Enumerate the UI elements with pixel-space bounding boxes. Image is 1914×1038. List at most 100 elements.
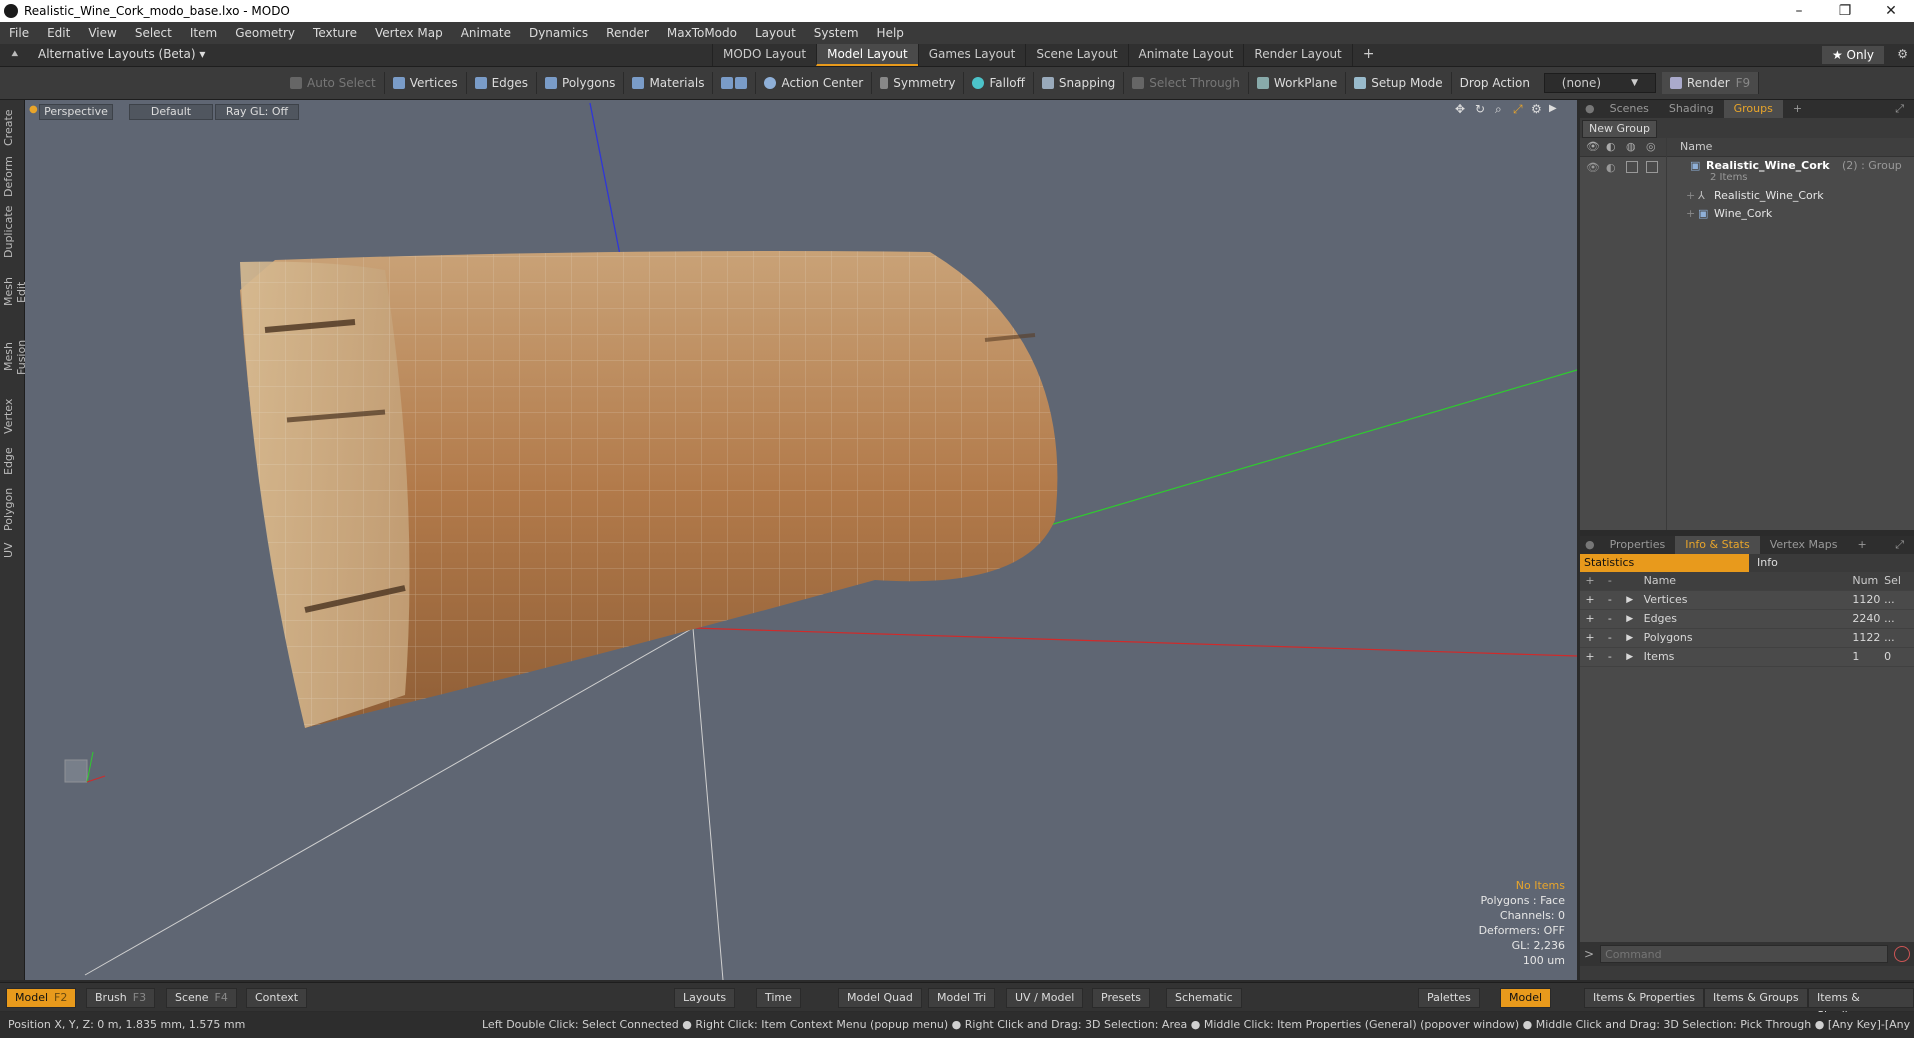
new-group-button[interactable]: New Group [1582,120,1657,138]
disclosure-arrow-icon[interactable]: ▶ [1620,648,1640,666]
expand-panel-icon[interactable]: ⤢ [1885,100,1914,118]
add-tab-button[interactable]: + [1848,536,1877,554]
viewport-menu-icon[interactable]: ● [29,104,38,115]
snapping-button[interactable]: Snapping [1034,72,1125,94]
setup-mode-button[interactable]: Setup Mode [1346,72,1452,94]
vertices-button[interactable]: Vertices [385,72,467,94]
tab-polygon[interactable]: Polygon [2,486,22,532]
tab-modo-layout[interactable]: MODO Layout [712,44,816,66]
group-child-row[interactable]: + ⅄ Realistic_Wine_Cork [1580,187,1914,205]
model-mode-button[interactable]: Model F2 [6,988,77,1008]
items-groups-button[interactable]: Items & Groups [1704,988,1808,1008]
group-row[interactable]: 👁 ◐ ▣ Realistic_Wine_Cork (2) : Group 2 … [1580,157,1914,187]
stats-row-items[interactable]: + - ▶ Items 1 0 [1580,648,1914,667]
collapse-icon[interactable]: - [1600,610,1620,628]
time-button[interactable]: Time [756,988,801,1008]
tab-info-stats[interactable]: Info & Stats [1675,536,1760,554]
tab-uv[interactable]: UV [2,540,22,560]
disclosure-arrow-icon[interactable]: ▶ [1620,610,1640,628]
stats-row-edges[interactable]: + - ▶ Edges 2240 ... [1580,610,1914,629]
menu-view[interactable]: View [79,26,125,40]
viewport-settings-icon[interactable]: ⚙ [1531,102,1542,116]
items-properties-button[interactable]: Items & Properties [1584,988,1704,1008]
gear-icon[interactable]: ⚙ [1897,47,1908,61]
model-layout-button[interactable]: Model [1500,988,1552,1008]
groups-list[interactable]: 👁 ◐ ◍ ◎ Name 👁 ◐ ▣ Realistic_Wine_Cork (… [1580,138,1914,530]
subtab-info[interactable]: Info [1749,554,1778,572]
context-button[interactable]: Context [246,988,308,1008]
alternative-layouts-dropdown[interactable]: Alternative Layouts (Beta) ▾ [38,47,205,61]
rotate-view-icon[interactable]: ↻ [1475,102,1485,116]
menu-dynamics[interactable]: Dynamics [520,26,597,40]
collapse-icon[interactable]: - [1600,591,1620,609]
tab-deform[interactable]: Deform [2,156,22,198]
workplane-button[interactable]: WorkPlane [1249,72,1347,94]
collapse-all-icon[interactable]: - [1600,572,1620,590]
subtab-statistics[interactable]: Statistics [1580,554,1749,572]
3d-viewport[interactable]: ● Perspective Default Ray GL: Off ✥ ↻ ⌕ … [25,100,1577,980]
expand-icon[interactable]: + [1580,648,1600,666]
palettes-button[interactable]: Palettes [1418,988,1480,1008]
menu-help[interactable]: Help [868,26,913,40]
panel-menu-icon[interactable]: ● [1580,536,1600,554]
tab-edge[interactable]: Edge [2,444,22,478]
collapse-icon[interactable]: - [1600,648,1620,666]
tab-create[interactable]: Create [2,108,22,148]
model-quad-button[interactable]: Model Quad [838,988,922,1008]
move-view-icon[interactable]: ✥ [1455,102,1465,116]
close-button[interactable]: ✕ [1868,3,1914,19]
tab-scenes[interactable]: Scenes [1600,100,1659,118]
expand-icon[interactable]: + [1580,591,1600,609]
disclosure-arrow-icon[interactable]: ▶ [1620,629,1640,647]
drop-action-select[interactable]: (none) ▼ [1543,73,1656,93]
tab-render-layout[interactable]: Render Layout [1243,44,1351,66]
auto-select-button[interactable]: Auto Select [282,72,385,94]
expand-icon[interactable]: + [1580,610,1600,628]
polygons-button[interactable]: Polygons [537,72,625,94]
schematic-button[interactable]: Schematic [1166,988,1242,1008]
menu-vertex-map[interactable]: Vertex Map [366,26,452,40]
selection-sets-button[interactable] [713,72,757,94]
expand-icon[interactable]: + [1580,629,1600,647]
select-through-button[interactable]: Select Through [1124,72,1249,94]
maximize-button[interactable]: ❐ [1822,3,1868,19]
zoom-view-icon[interactable]: ⌕ [1495,102,1502,117]
visibility-eye-icon[interactable]: 👁 [1586,159,1600,177]
tab-animate-layout[interactable]: Animate Layout [1127,44,1244,66]
minimize-button[interactable]: – [1776,3,1822,19]
tab-vertex-maps[interactable]: Vertex Maps [1760,536,1848,554]
menu-edit[interactable]: Edit [38,26,79,40]
menu-layout[interactable]: Layout [746,26,805,40]
action-center-button[interactable]: Action Center [756,72,873,94]
render-toggle-icon[interactable]: ◐ [1606,159,1616,177]
only-button[interactable]: ★ Only [1821,46,1884,64]
menu-system[interactable]: System [805,26,868,40]
menu-geometry[interactable]: Geometry [226,26,304,40]
menu-item[interactable]: Item [181,26,226,40]
tab-groups[interactable]: Groups [1723,100,1783,118]
panel-menu-icon[interactable]: ● [1580,100,1600,118]
fit-view-icon[interactable]: ⤢ [1513,102,1523,117]
items-shading-button[interactable]: Items & Shading [1808,988,1914,1022]
expand-arrow-icon[interactable]: ▶ [1549,103,1557,114]
falloff-button[interactable]: Falloff [964,72,1034,94]
tab-properties[interactable]: Properties [1600,536,1676,554]
menu-texture[interactable]: Texture [304,26,366,40]
render-button[interactable]: Render F9 [1661,72,1760,94]
uv-model-button[interactable]: UV / Model [1006,988,1084,1008]
tab-vertex[interactable]: Vertex [2,396,22,436]
shading-mode-button[interactable]: Default [129,104,213,120]
perspective-view-button[interactable]: Perspective [39,104,113,120]
group-child-row[interactable]: + ▣ Wine_Cork [1580,205,1914,223]
tab-duplicate[interactable]: Duplicate [2,206,22,258]
tab-games-layout[interactable]: Games Layout [917,44,1026,66]
select-col-icon[interactable]: ◎ [1646,138,1656,156]
wine-cork-mesh[interactable] [240,251,1058,728]
render-col-icon[interactable]: ◐ [1606,138,1616,156]
record-icon[interactable] [1894,946,1910,962]
layouts-button[interactable]: Layouts [674,988,736,1008]
tab-scene-layout[interactable]: Scene Layout [1025,44,1127,66]
visibility-col-icon[interactable]: 👁 [1586,138,1600,156]
edges-button[interactable]: Edges [467,72,538,94]
add-tab-button[interactable]: + [1783,100,1812,118]
